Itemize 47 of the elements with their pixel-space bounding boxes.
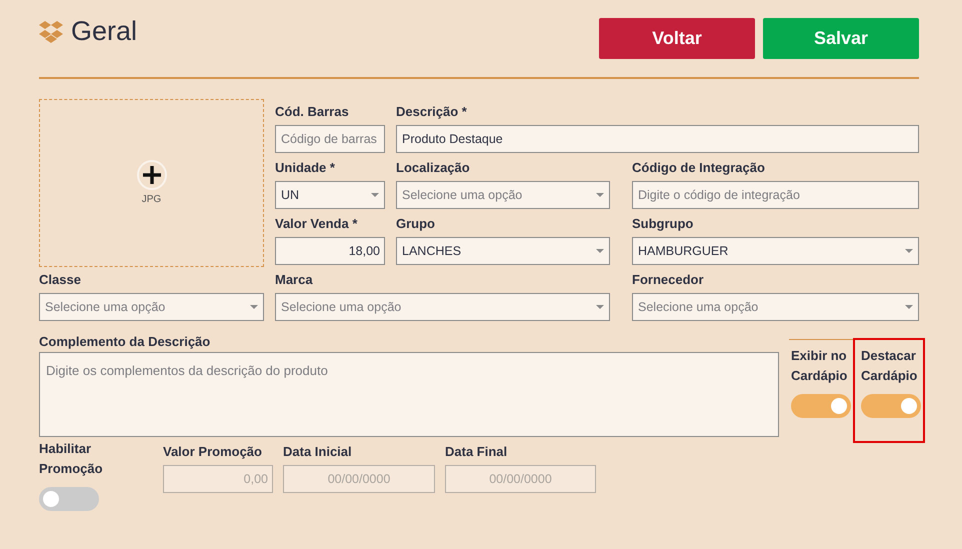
input-field[interactable]: Produto Destaque [396,125,919,153]
back-button[interactable]: Voltar [599,18,755,59]
field-label: Localização [396,159,471,177]
field-label: Código de Integração [632,159,766,177]
caret-icon [371,193,379,197]
caret-icon [596,193,604,197]
select-field[interactable]: Selecione uma opção [396,181,610,209]
toggle-label: Destacar Cardápio [861,347,917,385]
toggle-switch[interactable] [861,394,921,418]
field-label: Complemento da Descrição [39,333,212,351]
field-label: Grupo [396,215,436,233]
description-textarea[interactable]: Digite os complementos da descrição do produto [39,352,779,436]
field-label: Classe [39,271,82,289]
input-field[interactable]: 18,00 [275,237,385,265]
field-label: Unidade * [275,159,336,177]
page-title: Geral [71,18,138,45]
toggle-label: Habilitar Promoção [39,440,104,478]
select-field[interactable]: HAMBURGUER [632,237,919,265]
field-label: Data Final [445,442,508,460]
toggle-switch[interactable] [791,394,851,418]
caret-icon [250,305,258,309]
field-label: Descrição * [396,103,468,121]
select-field[interactable]: Selecione uma opção [632,293,919,321]
cubes-icon [39,20,63,42]
caret-icon [596,249,604,253]
toggle-switch[interactable] [39,486,99,510]
field-label: Valor Venda * [275,215,358,233]
input-field[interactable]: Código de barras [275,125,385,153]
field-label: Data Inicial [283,442,353,460]
select-field[interactable]: Selecione uma opção [39,293,264,321]
caret-icon [905,249,913,253]
save-button[interactable]: Salvar [763,18,919,59]
caret-icon [905,305,913,309]
file-type-caption: JPG [142,192,162,206]
select-field[interactable]: LANCHES [396,237,610,265]
field-label: Fornecedor [632,271,705,289]
field-label: Subgrupo [632,215,694,233]
add-icon[interactable] [136,160,166,190]
select-field[interactable]: UN [275,181,385,209]
image-upload-area[interactable]: JPG [39,99,264,267]
field-label: Marca [275,271,314,289]
field-label: Valor Promoção [163,442,263,461]
caret-icon [596,305,604,309]
select-field[interactable]: Selecione uma opção [275,293,610,321]
toggle-label: Exibir no Cardápio [791,347,847,385]
input-field[interactable]: Digite o código de integração [632,181,919,209]
field-label: Cód. Barras [275,103,350,121]
